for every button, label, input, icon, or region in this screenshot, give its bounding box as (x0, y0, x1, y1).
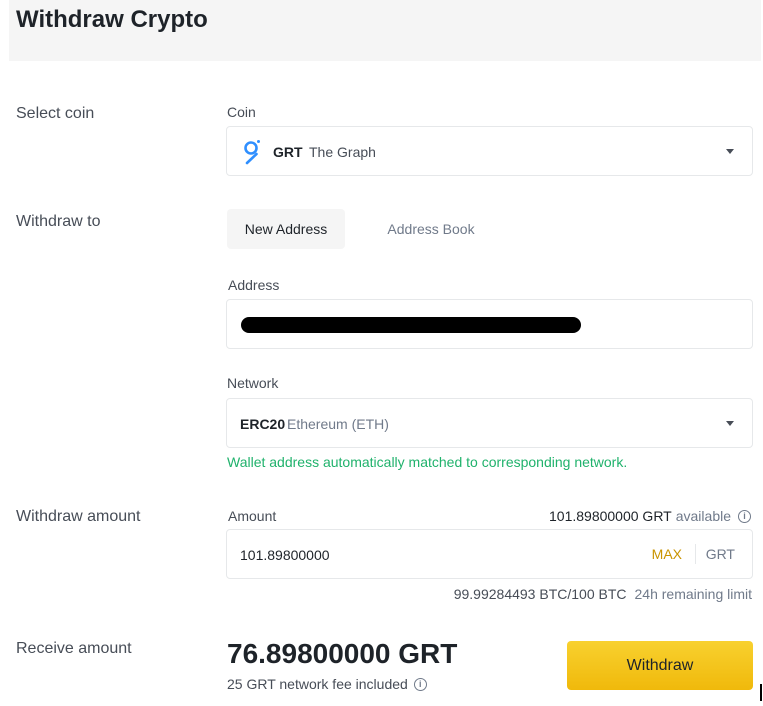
limit-label: 24h remaining limit (634, 586, 753, 602)
text-cursor (760, 684, 762, 701)
tab-new-address[interactable]: New Address (227, 209, 345, 249)
divider (695, 544, 696, 564)
amount-value: 101.89800000 (240, 547, 330, 563)
amount-unit: GRT (705, 546, 735, 562)
fee-note-text: 25 GRT network fee included (227, 676, 408, 692)
coin-field-label: Coin (227, 104, 256, 120)
receive-amount-label: Receive amount (16, 640, 132, 657)
remaining-limit: 99.99284493 BTC/100 BTC 24h remaining lim… (454, 586, 752, 602)
page-header: Withdraw Crypto (9, 0, 761, 61)
info-icon[interactable]: i (413, 677, 427, 691)
address-input[interactable] (226, 299, 753, 349)
network-code: ERC20 (240, 416, 286, 432)
amount-input[interactable]: 101.89800000 MAX GRT (226, 529, 753, 579)
redacted-address (241, 317, 581, 333)
withdraw-amount-label: Withdraw amount (16, 508, 141, 525)
tab-address-book[interactable]: Address Book (370, 209, 492, 249)
page-title: Withdraw Crypto (16, 6, 208, 33)
coin-select[interactable]: GRT The Graph (226, 126, 753, 176)
withdraw-button[interactable]: Withdraw (567, 641, 753, 690)
available-suffix: available (675, 508, 731, 524)
network-field-label: Network (227, 375, 279, 391)
coin-name: The Graph (309, 144, 376, 160)
fee-note: 25 GRT network fee included i (227, 676, 427, 692)
amount-field-label: Amount (228, 508, 277, 524)
limit-value: 99.99284493 BTC/100 BTC (453, 586, 627, 602)
select-coin-label: Select coin (16, 105, 95, 122)
available-amount: 101.89800000 GRT (549, 508, 672, 524)
network-match-message: Wallet address automatically matched to … (227, 454, 628, 470)
receive-amount-value: 76.89800000 GRT (227, 638, 458, 669)
info-icon[interactable]: i (738, 509, 751, 523)
withdraw-to-label: Withdraw to (16, 213, 101, 230)
chevron-down-icon[interactable] (726, 149, 734, 154)
address-field-label: Address (228, 277, 280, 293)
network-name: Ethereum (ETH) (287, 416, 389, 432)
network-select[interactable]: ERC20 Ethereum (ETH) (226, 398, 753, 448)
chevron-down-icon[interactable] (726, 421, 734, 426)
available-balance: 101.89800000 GRT available i (549, 508, 751, 524)
the-graph-icon (244, 140, 260, 165)
coin-symbol: GRT (273, 144, 303, 160)
max-button[interactable]: MAX (652, 546, 682, 562)
